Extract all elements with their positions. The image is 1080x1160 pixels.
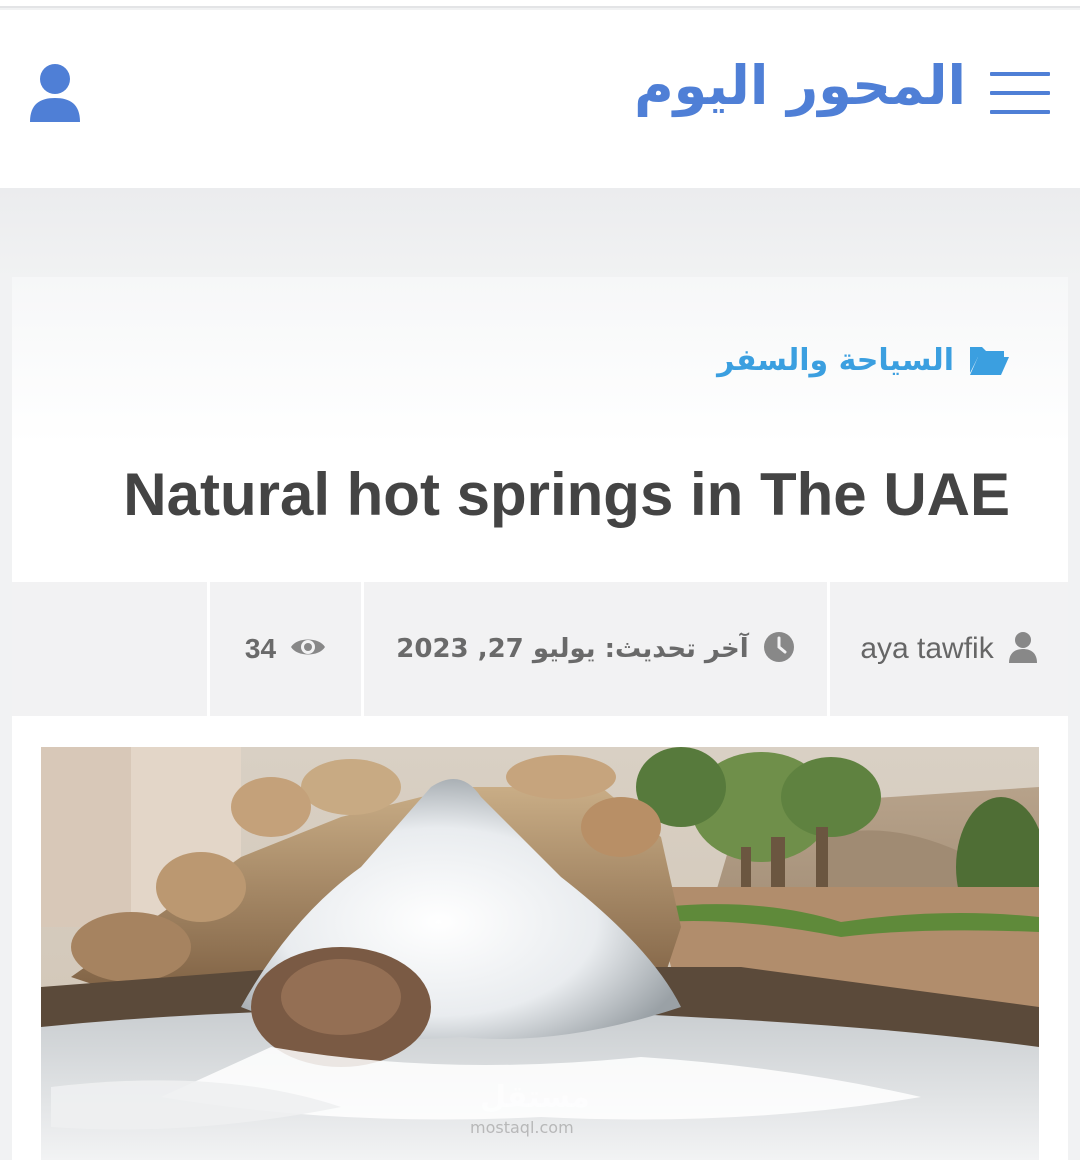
- meta-views: 34: [210, 582, 361, 716]
- page-background: [0, 188, 1080, 278]
- watermark-logo: مستقل: [480, 1080, 590, 1115]
- hamburger-menu-icon[interactable]: [990, 72, 1050, 118]
- article-header-card: السياحة والسفر Natural hot springs in Th…: [12, 277, 1068, 582]
- eye-icon: [290, 634, 326, 664]
- watermark-url: mostaql.com: [470, 1118, 574, 1137]
- author-name: aya tawfik: [860, 632, 994, 665]
- site-title[interactable]: المحور اليوم: [634, 46, 966, 126]
- category-label: السياحة والسفر: [717, 342, 954, 378]
- view-count: 34: [244, 633, 277, 664]
- folder-open-icon: [968, 343, 1010, 377]
- user-icon[interactable]: [26, 62, 84, 124]
- category-link[interactable]: السياحة والسفر: [717, 335, 1010, 385]
- meta-date: آخر تحديث: يوليو 27, 2023: [364, 582, 827, 716]
- top-divider: [0, 0, 1080, 8]
- meta-empty: [12, 582, 207, 716]
- last-updated: آخر تحديث: يوليو 27, 2023: [396, 634, 749, 664]
- article-meta: aya tawfik آخر تحديث: يوليو 27, 2023 34: [12, 582, 1068, 716]
- meta-author[interactable]: aya tawfik: [830, 582, 1068, 716]
- article-title: Natural hot springs in The UAE: [123, 461, 1010, 528]
- user-icon: [1008, 631, 1038, 667]
- site-header: المحور اليوم: [0, 10, 1080, 188]
- clock-icon: [763, 631, 795, 667]
